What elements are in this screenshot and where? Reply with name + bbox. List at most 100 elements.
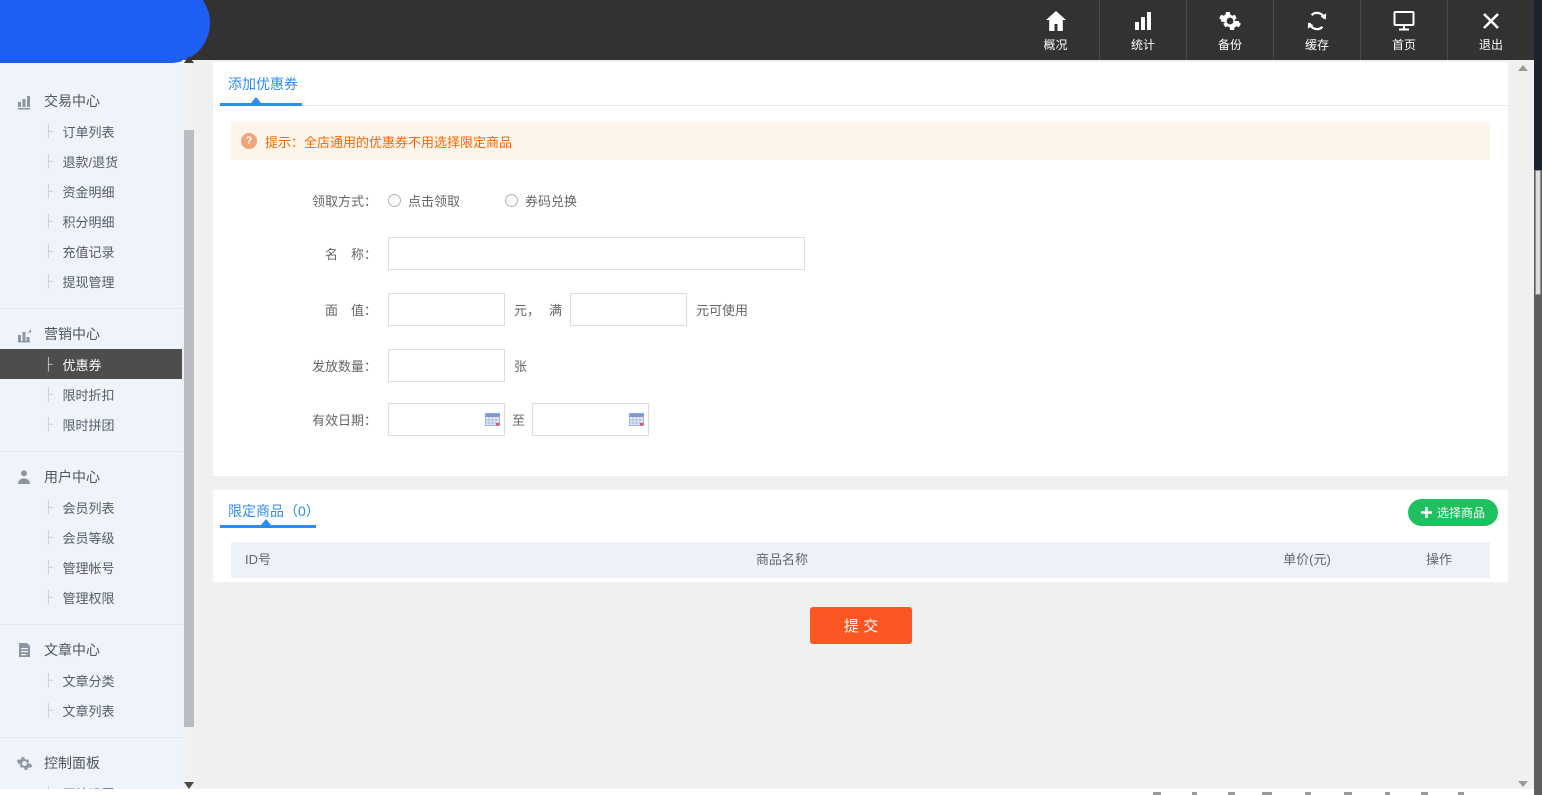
branch-icon: ├ (44, 387, 53, 401)
topbar-item-backup[interactable]: 备份 (1186, 0, 1273, 60)
admin-page: 概况 统计 备份 缓存 (0, 0, 1542, 795)
submit-button[interactable]: 提 交 (810, 607, 912, 644)
sidebar-item-recharge-records[interactable]: ├ 充值记录 (0, 236, 182, 266)
sidebar-item-admin-accounts[interactable]: ├管理帐号 (0, 552, 182, 582)
sidebar-item-group-buy[interactable]: ├限时拼团 (0, 409, 182, 439)
sidebar-header-trade[interactable]: 交易中心 (0, 86, 182, 116)
branch-icon: ├ (44, 590, 53, 604)
sidebar-item-points-detail[interactable]: ├积分明细 (0, 206, 182, 236)
column-header-name: 商品名称 (742, 542, 822, 578)
branch-icon: ├ (44, 673, 53, 687)
sidebar-item-funds-detail[interactable]: ├资金明细 (0, 176, 182, 206)
date-start-wrap (388, 403, 505, 436)
sidebar-item-withdrawal[interactable]: ├提现管理 (0, 266, 182, 296)
alert-text: 提示：全店通用的优惠券不用选择限定商品 (265, 132, 512, 151)
browser-scrollbar-track (1534, 0, 1542, 170)
plus-icon (1421, 507, 1432, 518)
face-value-input[interactable] (388, 293, 505, 326)
sidebar-item-label: 文章列表 (63, 701, 115, 720)
sidebar-item-article-list[interactable]: ├ 文章列表 (0, 695, 182, 725)
select-goods-button[interactable]: 选择商品 (1408, 499, 1498, 526)
name-row: 名 称： (238, 237, 805, 270)
topbar-item-cache[interactable]: 缓存 (1273, 0, 1360, 60)
logo[interactable] (0, 0, 210, 63)
chart-bars-icon (15, 93, 33, 110)
topbar-item-label: 统计 (1131, 36, 1155, 53)
radio-icon[interactable] (505, 194, 518, 207)
quantity-row: 发放数量： 张 (238, 349, 527, 382)
calendar-icon[interactable] (485, 412, 500, 429)
sidebar-header-articles[interactable]: 文章中心 (0, 635, 182, 665)
sidebar-item-label: 退款/退货 (63, 152, 119, 171)
tab-bar: 限定商品（0） 选择商品 (213, 490, 1508, 528)
name-input[interactable] (388, 237, 805, 270)
sidebar-section-articles: 文章中心 ├ 文章分类 ├ 文章列表 (0, 625, 182, 738)
claim-option-code[interactable]: 券码兑换 (505, 191, 577, 210)
sidebar-item-member-list[interactable]: ├会员列表 (0, 492, 182, 522)
topbar-item-label: 首页 (1392, 36, 1416, 53)
scroll-up-icon[interactable] (184, 56, 194, 63)
sidebar-item-label: 充值记录 (63, 242, 115, 261)
content-scrollbar[interactable] (1512, 60, 1534, 795)
min-spend-input[interactable] (570, 293, 687, 326)
topbar-item-homepage[interactable]: 首页 (1360, 0, 1447, 60)
claim-method-row: 领取方式： 点击领取 券码兑换 (238, 184, 577, 217)
sidebar-item-coupons[interactable]: ├优惠券 (0, 349, 182, 379)
topbar-item-overview[interactable]: 概况 (1012, 0, 1099, 60)
valid-date-label: 有效日期： (238, 410, 377, 429)
sidebar-section-users: 用户中心 ├会员列表 ├ 会员等级 ├管理帐号 ├管理权限 (0, 452, 182, 625)
sidebar-header-users[interactable]: 用户中心 (0, 462, 182, 492)
sidebar-item-order-list[interactable]: ├订单列表 (0, 116, 182, 146)
calendar-icon[interactable] (629, 412, 644, 429)
branch-icon: ├ (44, 154, 53, 168)
limited-goods-panel: 限定商品（0） 选择商品 ID号 商品名称 单价(元) 操作 (213, 490, 1508, 582)
sidebar-item-label: 会员等级 (63, 528, 115, 547)
tip-alert: ? 提示：全店通用的优惠券不用选择限定商品 (231, 122, 1490, 160)
column-header-price: 单价(元) (1267, 542, 1347, 578)
sidebar-scrollbar-thumb[interactable] (184, 130, 194, 727)
browser-scrollbar[interactable] (1534, 0, 1542, 795)
sidebar-item-member-level[interactable]: ├ 会员等级 (0, 522, 182, 552)
scroll-down-icon[interactable] (184, 782, 194, 789)
sidebar-item-article-categories[interactable]: ├ 文章分类 (0, 665, 182, 695)
face-value-row: 面 值： 元， 满 元可使用 (238, 293, 748, 326)
branch-icon: ├ (44, 244, 53, 258)
branch-icon: ├ (44, 124, 53, 138)
topbar-item-logout[interactable]: 退出 (1447, 0, 1534, 60)
sidebar-item-label: 优惠券 (63, 355, 102, 374)
tab-pointer-icon (251, 97, 261, 103)
sidebar-scrollbar[interactable] (182, 60, 196, 795)
sidebar-header-marketing[interactable]: 营销中心 (0, 319, 182, 349)
browser-scrollbar-thumb[interactable] (1535, 170, 1541, 295)
tab-add-coupon[interactable]: 添加优惠券 (228, 62, 298, 106)
sidebar-item-label: 文章分类 (63, 671, 115, 690)
sidebar-section-title: 用户中心 (44, 467, 100, 487)
sidebar-item-refunds[interactable]: ├ 退款/退货 (0, 146, 182, 176)
sidebar-header-control-panel[interactable]: 控制面板 (0, 748, 182, 778)
claim-option-click[interactable]: 点击领取 (388, 191, 460, 210)
yuan-unit-text: 元， (514, 300, 540, 319)
sidebar-section-control-panel: 控制面板 ├网站设置 (0, 738, 182, 795)
valid-date-row: 有效日期： 至 (238, 403, 649, 436)
sidebar-item-label: 限时折扣 (63, 385, 115, 404)
branch-icon: ├ (44, 703, 53, 717)
min-spend-text: 满 (549, 300, 562, 319)
quantity-input[interactable] (388, 349, 505, 382)
sidebar-item-limited-discount[interactable]: ├ 限时折扣 (0, 379, 182, 409)
trend-chart-icon (15, 326, 33, 343)
branch-icon: ├ (44, 530, 53, 544)
branch-icon: ├ (44, 500, 53, 514)
topbar-item-stats[interactable]: 统计 (1099, 0, 1186, 60)
sidebar-item-admin-permissions[interactable]: ├管理权限 (0, 582, 182, 612)
scroll-up-icon[interactable] (1518, 65, 1528, 71)
tab-bar: 添加优惠券 (213, 62, 1508, 106)
monitor-icon (1392, 8, 1416, 34)
sidebar-section-trade: 交易中心 ├订单列表 ├ 退款/退货 ├资金明细 ├积分明细 ├ 充值记录 ├提现管… (0, 60, 182, 309)
claim-method-label: 领取方式： (238, 191, 377, 210)
scroll-down-icon[interactable] (1518, 781, 1528, 787)
topbar-item-label: 备份 (1218, 36, 1242, 53)
taskbar-edge (0, 789, 1542, 795)
radio-icon[interactable] (388, 194, 401, 207)
tab-underline (220, 103, 302, 106)
topbar: 概况 统计 备份 缓存 (0, 0, 1542, 60)
